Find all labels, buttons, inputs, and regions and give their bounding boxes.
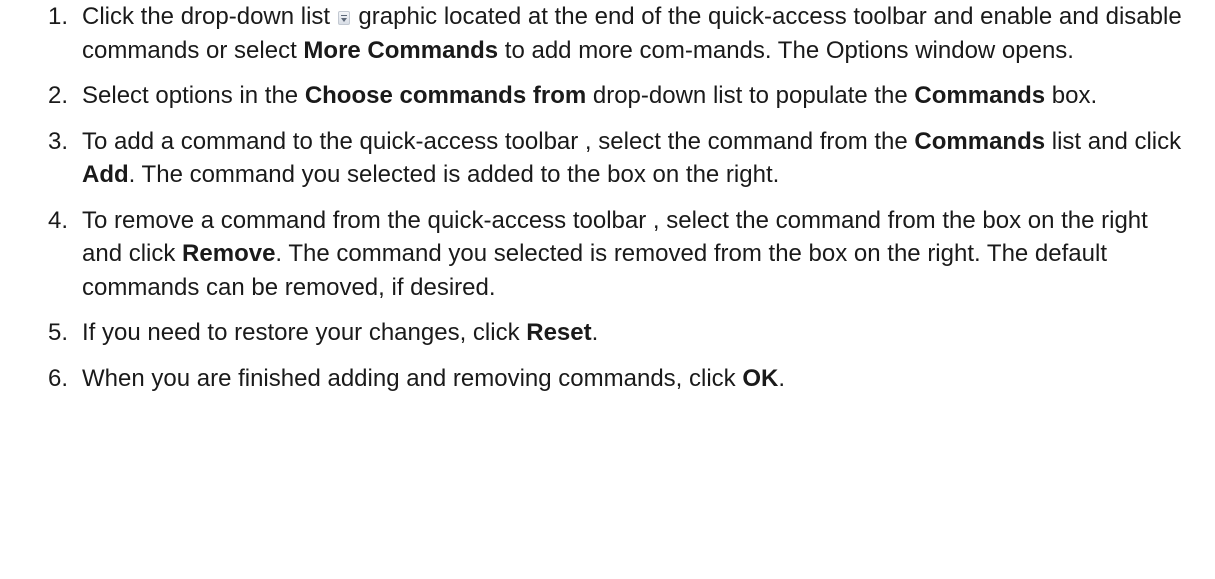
step-1: 1. Click the drop-down list graphic loca… bbox=[0, 0, 1215, 67]
step-number: 6. bbox=[48, 364, 69, 392]
step-text: list and click bbox=[1045, 127, 1182, 155]
bold-term: Commands bbox=[914, 82, 1046, 109]
bold-term: Remove bbox=[182, 240, 276, 267]
step-number: 1. bbox=[48, 3, 69, 30]
step-2: 2. Select options in the Choose commands… bbox=[0, 79, 1215, 113]
bold-term: Commands bbox=[914, 127, 1046, 155]
step-text: . The command you selected is added to t… bbox=[128, 161, 780, 188]
step-text: Select options in the bbox=[82, 82, 305, 109]
step-text: . bbox=[591, 319, 599, 346]
step-text: When you are finished adding and removin… bbox=[82, 364, 743, 392]
step-text: To add a command to the quick-access too… bbox=[82, 127, 915, 155]
step-text: Click the drop-down list bbox=[82, 3, 337, 30]
step-6: 6. When you are finished adding and remo… bbox=[0, 362, 1215, 396]
instruction-list: 1. Click the drop-down list graphic loca… bbox=[0, 0, 1215, 395]
bold-term: OK bbox=[742, 364, 779, 392]
step-number: 2. bbox=[48, 82, 69, 109]
step-text: drop-down list to populate the bbox=[586, 82, 915, 109]
step-3: 3. To add a command to the quick-access … bbox=[0, 125, 1215, 192]
bold-term: Reset bbox=[526, 319, 592, 346]
bold-term: More Commands bbox=[303, 36, 499, 64]
step-text: box. bbox=[1045, 82, 1098, 109]
step-5: 5. If you need to restore your changes, … bbox=[0, 316, 1215, 350]
step-number: 5. bbox=[48, 319, 69, 346]
step-4: 4. To remove a command from the quick-ac… bbox=[0, 204, 1215, 305]
step-number: 3. bbox=[48, 127, 69, 155]
step-number: 4. bbox=[48, 206, 69, 234]
step-text: If you need to restore your changes, cli… bbox=[82, 319, 527, 346]
bold-term: Choose commands from bbox=[304, 82, 587, 109]
bold-term: Add bbox=[82, 161, 129, 188]
step-text: to add more com-mands. The Options windo… bbox=[498, 36, 1074, 64]
step-text: . bbox=[778, 364, 786, 392]
dropdown-list-icon bbox=[337, 11, 350, 25]
